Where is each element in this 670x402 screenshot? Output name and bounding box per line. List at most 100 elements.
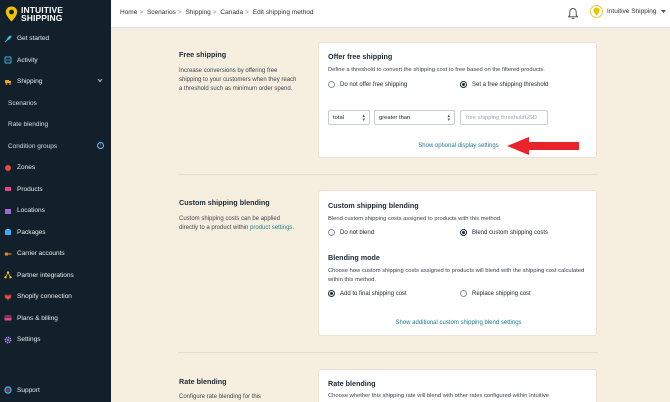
sidebar-item-label: Products [17, 185, 43, 193]
sidebar-nav: Get started Activity Shipping Scenarios … [0, 28, 111, 351]
radio-add-to-final-cost[interactable]: Add to final shipping cost [328, 290, 407, 297]
brand-logo[interactable]: INTUITIVE SHIPPING [5, 4, 63, 24]
section-divider [178, 352, 598, 353]
sidebar-item-get-started[interactable]: Get started [0, 28, 111, 50]
lifebuoy-icon [4, 386, 12, 394]
card-subtitle: Blend custom shipping costs assigned to … [328, 216, 502, 222]
rate-blending-description: Configure rate blending for this [179, 394, 262, 400]
sidebar-item-settings[interactable]: Settings [0, 329, 111, 351]
blending-mode-title: Blending mode [328, 253, 380, 262]
box-icon [4, 228, 12, 236]
free-shipping-title: Free shipping [179, 50, 227, 59]
card-subtitle: Define a threshold to convert the shippi… [328, 67, 545, 73]
sidebar-item-products[interactable]: Products [0, 179, 111, 201]
info-icon[interactable]: i [97, 141, 104, 149]
sidebar-item-label: Packages [17, 228, 46, 236]
location-pin-icon [593, 7, 600, 16]
sidebar-item-condition-groups[interactable]: Condition groups i [0, 136, 111, 158]
avatar [590, 5, 603, 18]
description-text-end: . [292, 225, 295, 231]
sidebar-item-label: Shopify connection [17, 293, 72, 301]
key-icon [4, 250, 12, 258]
red-arrow-annotation [507, 137, 579, 155]
radio-button[interactable] [328, 229, 335, 236]
breadcrumb-current: Edit shipping method [252, 9, 314, 16]
sidebar-item-rate-blending[interactable]: Rate blending [0, 114, 111, 136]
building-icon [4, 207, 12, 215]
radio-replace-shipping-cost[interactable]: Replace shipping cost [460, 290, 531, 297]
radio-button[interactable] [460, 229, 467, 236]
sidebar-item-label: Carrier accounts [17, 250, 65, 258]
bell-icon[interactable] [567, 7, 579, 20]
sidebar-item-label: Settings [17, 336, 41, 344]
rocket-icon [4, 35, 12, 43]
sidebar-item-label: Zones [17, 164, 36, 172]
sidebar: INTUITIVE SHIPPING Get started Activity … [0, 0, 111, 402]
rate-blending-title: Rate blending [179, 377, 227, 386]
caret-down-icon [660, 10, 666, 13]
breadcrumb-home[interactable]: Home [120, 9, 137, 16]
sidebar-item-plans-billing[interactable]: Plans & billing [0, 308, 111, 330]
threshold-amount-input[interactable]: free shipping threshold USD [460, 110, 548, 125]
sidebar-item-activity[interactable]: Activity [0, 50, 111, 72]
radio-label: Do not offer free shipping [340, 81, 408, 88]
section-divider [178, 174, 598, 175]
select-value: total [333, 114, 344, 121]
support-link[interactable]: Support [4, 386, 40, 394]
sidebar-item-shipping[interactable]: Shipping [0, 71, 111, 93]
sidebar-item-packages[interactable]: Packages [0, 222, 111, 244]
radio-button[interactable] [328, 290, 335, 297]
activity-icon [4, 56, 12, 64]
user-name: Intuitive Shipping [607, 8, 657, 15]
sidebar-item-locations[interactable]: Locations [0, 200, 111, 222]
breadcrumb-shipping[interactable]: Shipping [185, 9, 210, 16]
select-arrows-icon: ▴ ▾ [362, 113, 365, 123]
sidebar-item-label: Shipping [17, 78, 43, 86]
radio-button[interactable] [328, 81, 335, 88]
radio-blend-custom-costs[interactable]: Blend custom shipping costs [460, 229, 548, 236]
radio-set-threshold[interactable]: Set a free shipping threshold [460, 81, 548, 88]
gear-icon [4, 336, 12, 344]
network-icon [4, 271, 12, 279]
radio-do-not-blend[interactable]: Do not blend [328, 229, 374, 236]
product-settings-link[interactable]: product settings [250, 225, 292, 231]
sidebar-item-scenarios[interactable]: Scenarios [0, 93, 111, 115]
radio-label: Add to final shipping cost [340, 290, 407, 297]
sidebar-item-label: Scenarios [8, 99, 37, 107]
card-title: Offer free shipping [328, 52, 393, 61]
select-value: greater than [379, 114, 411, 121]
show-additional-blend-settings-link[interactable]: Show additional custom shipping blend se… [319, 320, 598, 326]
radio-button[interactable] [460, 81, 467, 88]
support-label: Support [17, 386, 40, 394]
chevron-down-icon [97, 78, 103, 83]
plug-icon [4, 293, 12, 301]
breadcrumb-canada[interactable]: Canada [220, 9, 243, 16]
threshold-operator-select[interactable]: greater than ▴ ▾ [374, 110, 455, 125]
brand-line2: SHIPPING [21, 13, 63, 23]
input-unit: USD [524, 114, 537, 121]
sidebar-item-label: Rate blending [8, 121, 49, 129]
input-placeholder: free shipping threshold [466, 114, 525, 121]
threshold-basis-select[interactable]: total ▴ ▾ [328, 110, 370, 125]
sidebar-item-carrier-accounts[interactable]: Carrier accounts [0, 243, 111, 265]
free-shipping-description: Increase conversions by offering free sh… [179, 68, 297, 92]
tag-icon [4, 185, 12, 193]
location-pin-icon [5, 6, 18, 22]
radio-label: Replace shipping cost [472, 290, 531, 297]
sidebar-item-label: Activity [17, 56, 38, 64]
rate-blending-card: Rate blending Choose whether this shippi… [318, 369, 597, 402]
sidebar-item-shopify-connection[interactable]: Shopify connection [0, 286, 111, 308]
radio-label: Set a free shipping threshold [472, 81, 549, 88]
sidebar-item-label: Locations [17, 207, 45, 215]
sidebar-item-partner-integrations[interactable]: Partner integrations [0, 265, 111, 287]
blending-mode-subtitle: Choose how custom shipping costs assigne… [328, 268, 585, 283]
card-subtitle: Choose whether this shipping rate will b… [328, 393, 550, 399]
user-menu[interactable]: Intuitive Shipping [590, 5, 667, 18]
card-icon [4, 314, 12, 322]
top-header: Home > Scenarios > Shipping > Canada > Edit … [111, 0, 670, 28]
radio-no-free-shipping[interactable]: Do not offer free shipping [328, 81, 407, 88]
sidebar-item-label: Get started [17, 35, 50, 43]
breadcrumb-scenarios[interactable]: Scenarios [147, 9, 176, 16]
radio-button[interactable] [460, 290, 467, 297]
sidebar-item-zones[interactable]: Zones [0, 157, 111, 179]
